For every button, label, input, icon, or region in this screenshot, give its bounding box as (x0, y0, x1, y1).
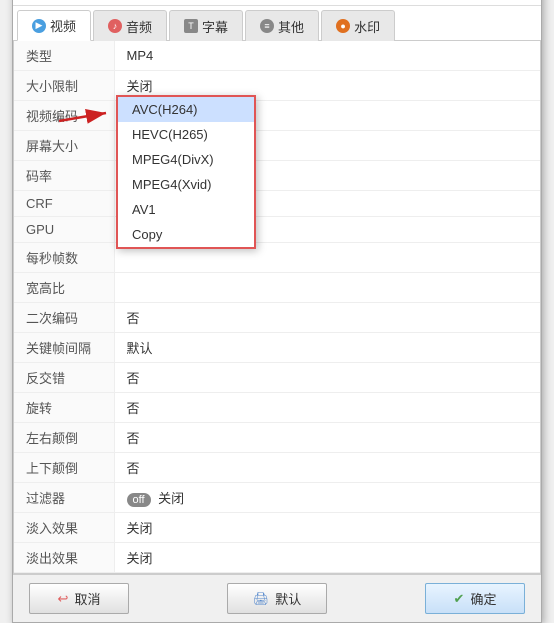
tab-watermark-label: 水印 (354, 17, 380, 36)
main-window: ▶ 视频设置 — □ ✕ 最优化的质量和大小 ▼ (12, 0, 542, 623)
label-deinterlace: 反交错 (14, 363, 114, 393)
codec-option-hevc[interactable]: HEVC(H265) (118, 122, 254, 147)
label-keyframe-interval: 关键帧间隔 (14, 333, 114, 363)
label-screen-size: 屏幕大小 (14, 131, 114, 161)
other-tab-icon: ≡ (260, 19, 274, 33)
tab-video-label: 视频 (50, 16, 76, 35)
filter-value: 关闭 (158, 491, 184, 506)
label-two-pass: 二次编码 (14, 303, 114, 333)
label-flip-v: 上下颠倒 (14, 453, 114, 483)
tabs-bar: ▶ 视频 ♪ 音频 T 字幕 ≡ 其他 ● 水印 (13, 6, 541, 41)
value-deinterlace: 否 (114, 363, 540, 393)
label-flip-h: 左右颠倒 (14, 423, 114, 453)
value-fade-in: 关闭 (114, 513, 540, 543)
value-filter: off 关闭 (114, 483, 540, 513)
codec-option-mpeg4-divx[interactable]: MPEG4(DivX) (118, 147, 254, 172)
label-fade-out: 淡出效果 (14, 543, 114, 573)
value-fade-out: 关闭 (114, 543, 540, 573)
tab-watermark[interactable]: ● 水印 (321, 10, 395, 41)
value-type: MP4 (114, 41, 540, 71)
filter-off-badge: off (127, 493, 151, 507)
tab-audio-label: 音频 (126, 17, 152, 36)
label-filter: 过滤器 (14, 483, 114, 513)
table-row: 每秒帧数 (14, 243, 540, 273)
ok-icon: ✔ (454, 591, 465, 607)
table-row: 淡出效果 关闭 (14, 543, 540, 573)
tab-subtitle[interactable]: T 字幕 (169, 10, 243, 41)
table-row: 旋转 否 (14, 393, 540, 423)
label-bitrate: 码率 (14, 161, 114, 191)
table-row: 类型 MP4 (14, 41, 540, 71)
watermark-tab-icon: ● (336, 19, 350, 33)
table-row: GPU (14, 217, 540, 243)
table-row: CRF (14, 191, 540, 217)
subtitle-tab-icon: T (184, 19, 198, 33)
red-arrow-indicator (54, 101, 114, 131)
default-button[interactable]: 🖨 默认 (227, 583, 327, 614)
codec-option-mpeg4-xvid[interactable]: MPEG4(Xvid) (118, 172, 254, 197)
codec-option-copy[interactable]: Copy (118, 222, 254, 247)
settings-content: 类型 MP4 大小限制 关闭 视频编码 AVC(H264) 屏幕大小 码率 (13, 41, 541, 574)
value-flip-h: 否 (114, 423, 540, 453)
cancel-icon: ↩ (58, 591, 69, 607)
label-aspect-ratio: 宽高比 (14, 273, 114, 303)
value-rotate: 否 (114, 393, 540, 423)
table-row: 屏幕大小 (14, 131, 540, 161)
tab-subtitle-label: 字幕 (202, 17, 228, 36)
cancel-button[interactable]: ↩ 取消 (29, 583, 129, 614)
table-row: 过滤器 off 关闭 (14, 483, 540, 513)
default-label: 默认 (275, 589, 301, 608)
label-size-limit: 大小限制 (14, 71, 114, 101)
ok-button[interactable]: ✔ 确定 (425, 583, 525, 614)
label-fps: 每秒帧数 (14, 243, 114, 273)
table-row: 宽高比 (14, 273, 540, 303)
table-row: 淡入效果 关闭 (14, 513, 540, 543)
cancel-label: 取消 (74, 589, 100, 608)
codec-option-av1[interactable]: AV1 (118, 197, 254, 222)
table-row: 二次编码 否 (14, 303, 540, 333)
value-aspect-ratio (114, 273, 540, 303)
table-row: 关键帧间隔 默认 (14, 333, 540, 363)
label-type: 类型 (14, 41, 114, 71)
table-row: 码率 (14, 161, 540, 191)
audio-tab-icon: ♪ (108, 19, 122, 33)
table-row: 左右颠倒 否 (14, 423, 540, 453)
value-keyframe-interval: 默认 (114, 333, 540, 363)
table-row: 上下颠倒 否 (14, 453, 540, 483)
video-tab-icon: ▶ (32, 19, 46, 33)
table-row: 大小限制 关闭 (14, 71, 540, 101)
codec-option-avc[interactable]: AVC(H264) (118, 97, 254, 122)
tab-audio[interactable]: ♪ 音频 (93, 10, 167, 41)
footer: ↩ 取消 🖨 默认 ✔ 确定 (13, 574, 541, 622)
table-row: 反交错 否 (14, 363, 540, 393)
default-icon: 🖨 (253, 591, 270, 607)
tab-other-label: 其他 (278, 17, 304, 36)
ok-label: 确定 (470, 589, 496, 608)
label-crf: CRF (14, 191, 114, 217)
tab-other[interactable]: ≡ 其他 (245, 10, 319, 41)
label-rotate: 旋转 (14, 393, 114, 423)
codec-dropdown[interactable]: AVC(H264) HEVC(H265) MPEG4(DivX) MPEG4(X… (116, 95, 256, 249)
value-flip-v: 否 (114, 453, 540, 483)
label-fade-in: 淡入效果 (14, 513, 114, 543)
value-two-pass: 否 (114, 303, 540, 333)
tab-video[interactable]: ▶ 视频 (17, 10, 91, 41)
label-gpu: GPU (14, 217, 114, 243)
